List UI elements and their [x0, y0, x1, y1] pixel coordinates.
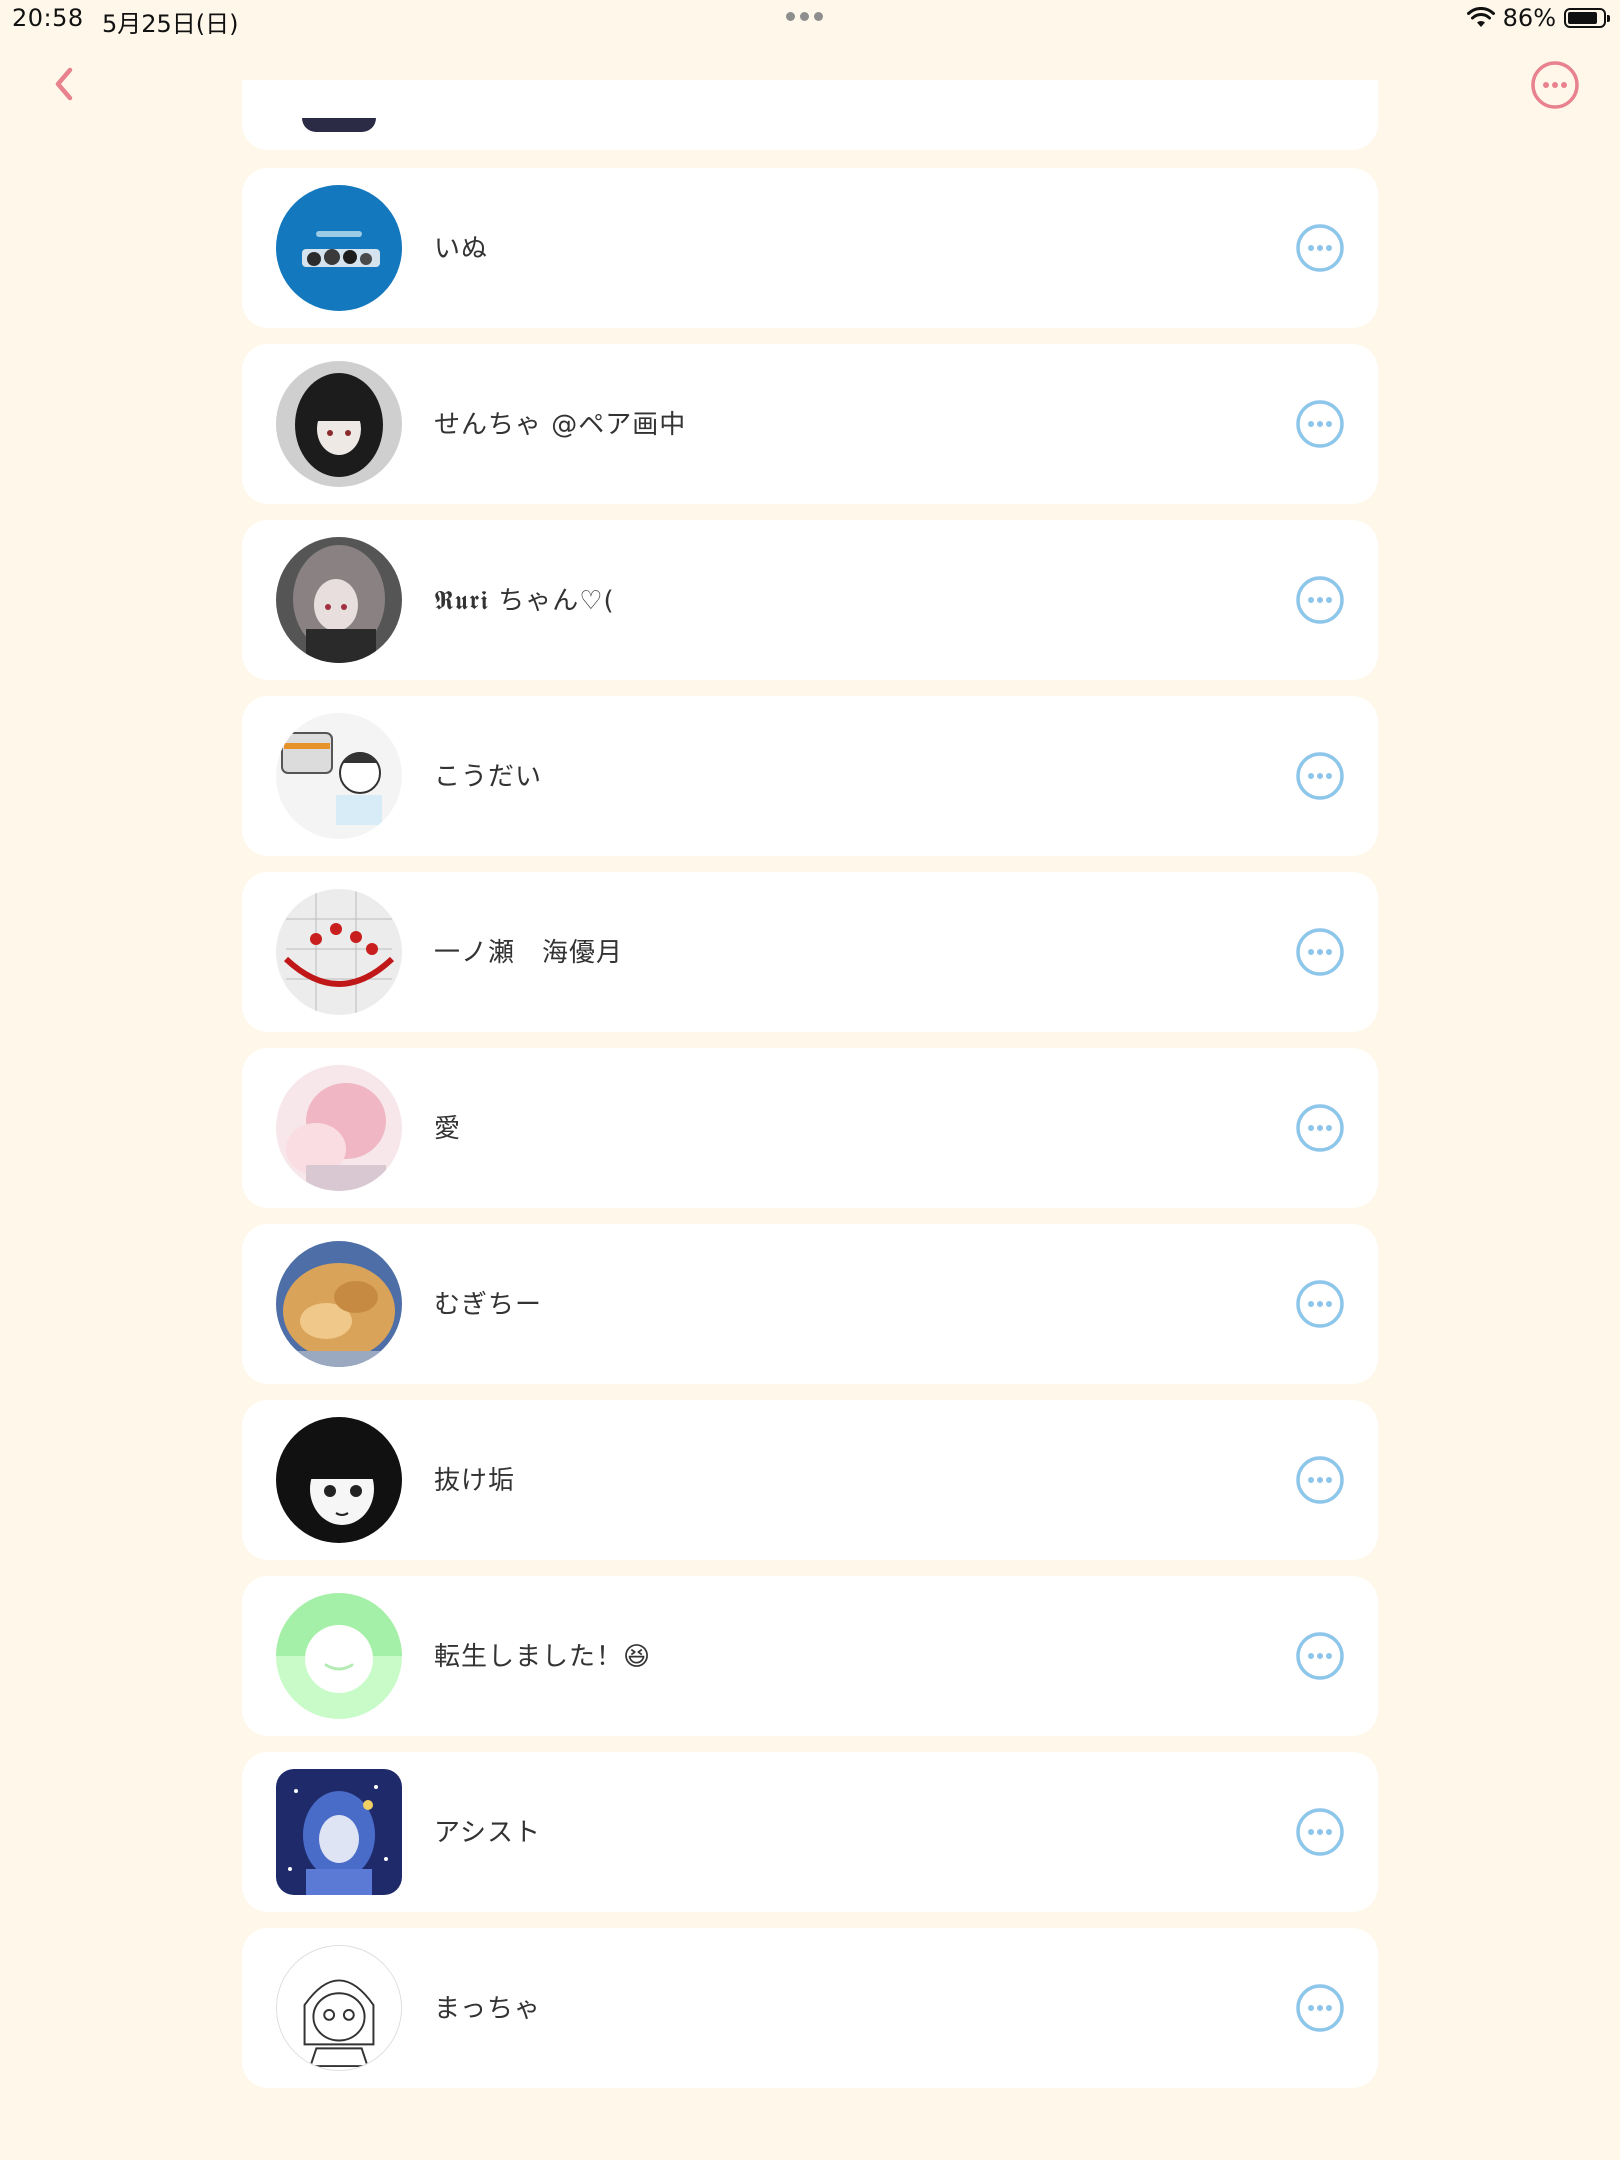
item-more-button[interactable] [1295, 575, 1345, 625]
ellipsis-circle-icon [1296, 1808, 1344, 1856]
list-item[interactable]: アシスト [242, 1752, 1378, 1912]
list-item-name: 愛 [434, 1114, 462, 1144]
item-more-button[interactable] [1295, 751, 1345, 801]
avatar [276, 1241, 402, 1367]
item-more-button[interactable] [1295, 1279, 1345, 1329]
avatar [276, 1769, 402, 1895]
list-item-name: 一ノ瀬 海優月 [434, 938, 624, 968]
ellipsis-circle-icon [1296, 1280, 1344, 1328]
list-item-name: せんちゃ @ペア画中 [434, 410, 687, 440]
item-more-button[interactable] [1295, 927, 1345, 977]
avatar [276, 1065, 402, 1191]
item-more-button[interactable] [1295, 223, 1345, 273]
avatar [276, 361, 402, 487]
ellipsis-circle-icon [1296, 752, 1344, 800]
avatar [276, 1417, 402, 1543]
ellipsis-circle-icon [1531, 61, 1579, 109]
avatar [276, 889, 402, 1015]
list-item[interactable]: 𝕽𝖚𝖗𝖎 ちゃん♡( [242, 520, 1378, 680]
list-item-name: 抜け垢 [434, 1466, 516, 1496]
list-item[interactable]: せんちゃ @ペア画中 [242, 344, 1378, 504]
list-item[interactable]: 一ノ瀬 海優月 [242, 872, 1378, 1032]
ellipsis-circle-icon [1296, 1984, 1344, 2032]
list-item[interactable]: 愛 [242, 1048, 1378, 1208]
list-item-name: いぬ [434, 234, 489, 264]
header-more-button[interactable] [1530, 60, 1580, 110]
list-item-partial[interactable] [242, 80, 1378, 150]
item-more-button[interactable] [1295, 1983, 1345, 2033]
avatar [276, 1945, 402, 2071]
list-item-name: 転生しました！😆 [434, 1642, 652, 1672]
ellipsis-circle-icon [1296, 400, 1344, 448]
list-item-name: こうだい [434, 762, 543, 792]
avatar [276, 713, 402, 839]
ellipsis-circle-icon [1296, 928, 1344, 976]
list-item[interactable]: いぬ [242, 168, 1378, 328]
chevron-left-icon [55, 67, 73, 101]
ellipsis-circle-icon [1296, 1632, 1344, 1680]
list-item[interactable]: 抜け垢 [242, 1400, 1378, 1560]
list-item[interactable]: まっちゃ [242, 1928, 1378, 2088]
ellipsis-circle-icon [1296, 576, 1344, 624]
wifi-icon [1466, 7, 1495, 29]
status-bar: 20:58 5月25日(日) 86% [0, 0, 1620, 40]
item-more-button[interactable] [1295, 1455, 1345, 1505]
list-item-name: 𝕽𝖚𝖗𝖎 ちゃん♡( [434, 586, 615, 616]
status-time: 20:58 [12, 4, 84, 32]
item-more-button[interactable] [1295, 1103, 1345, 1153]
status-date: 5月25日(日) [102, 10, 239, 38]
avatar [276, 185, 402, 311]
multitasking-dots-icon[interactable] [786, 12, 823, 21]
ellipsis-circle-icon [1296, 1104, 1344, 1152]
item-more-button[interactable] [1295, 1807, 1345, 1857]
avatar [276, 1593, 402, 1719]
item-more-button[interactable] [1295, 1631, 1345, 1681]
battery-icon [1564, 8, 1610, 28]
item-more-button[interactable] [1295, 399, 1345, 449]
list-item[interactable]: むぎちー [242, 1224, 1378, 1384]
avatar [302, 118, 376, 132]
list-item[interactable]: 転生しました！😆 [242, 1576, 1378, 1736]
back-button[interactable] [46, 62, 82, 106]
ellipsis-circle-icon [1296, 1456, 1344, 1504]
list-item-name: まっちゃ [434, 1994, 541, 2024]
list-item[interactable]: こうだい [242, 696, 1378, 856]
avatar [276, 537, 402, 663]
list-item-name: むぎちー [434, 1290, 543, 1320]
list-item-name: アシスト [434, 1818, 541, 1848]
ellipsis-circle-icon [1296, 224, 1344, 272]
battery-percent: 86% [1502, 4, 1556, 32]
